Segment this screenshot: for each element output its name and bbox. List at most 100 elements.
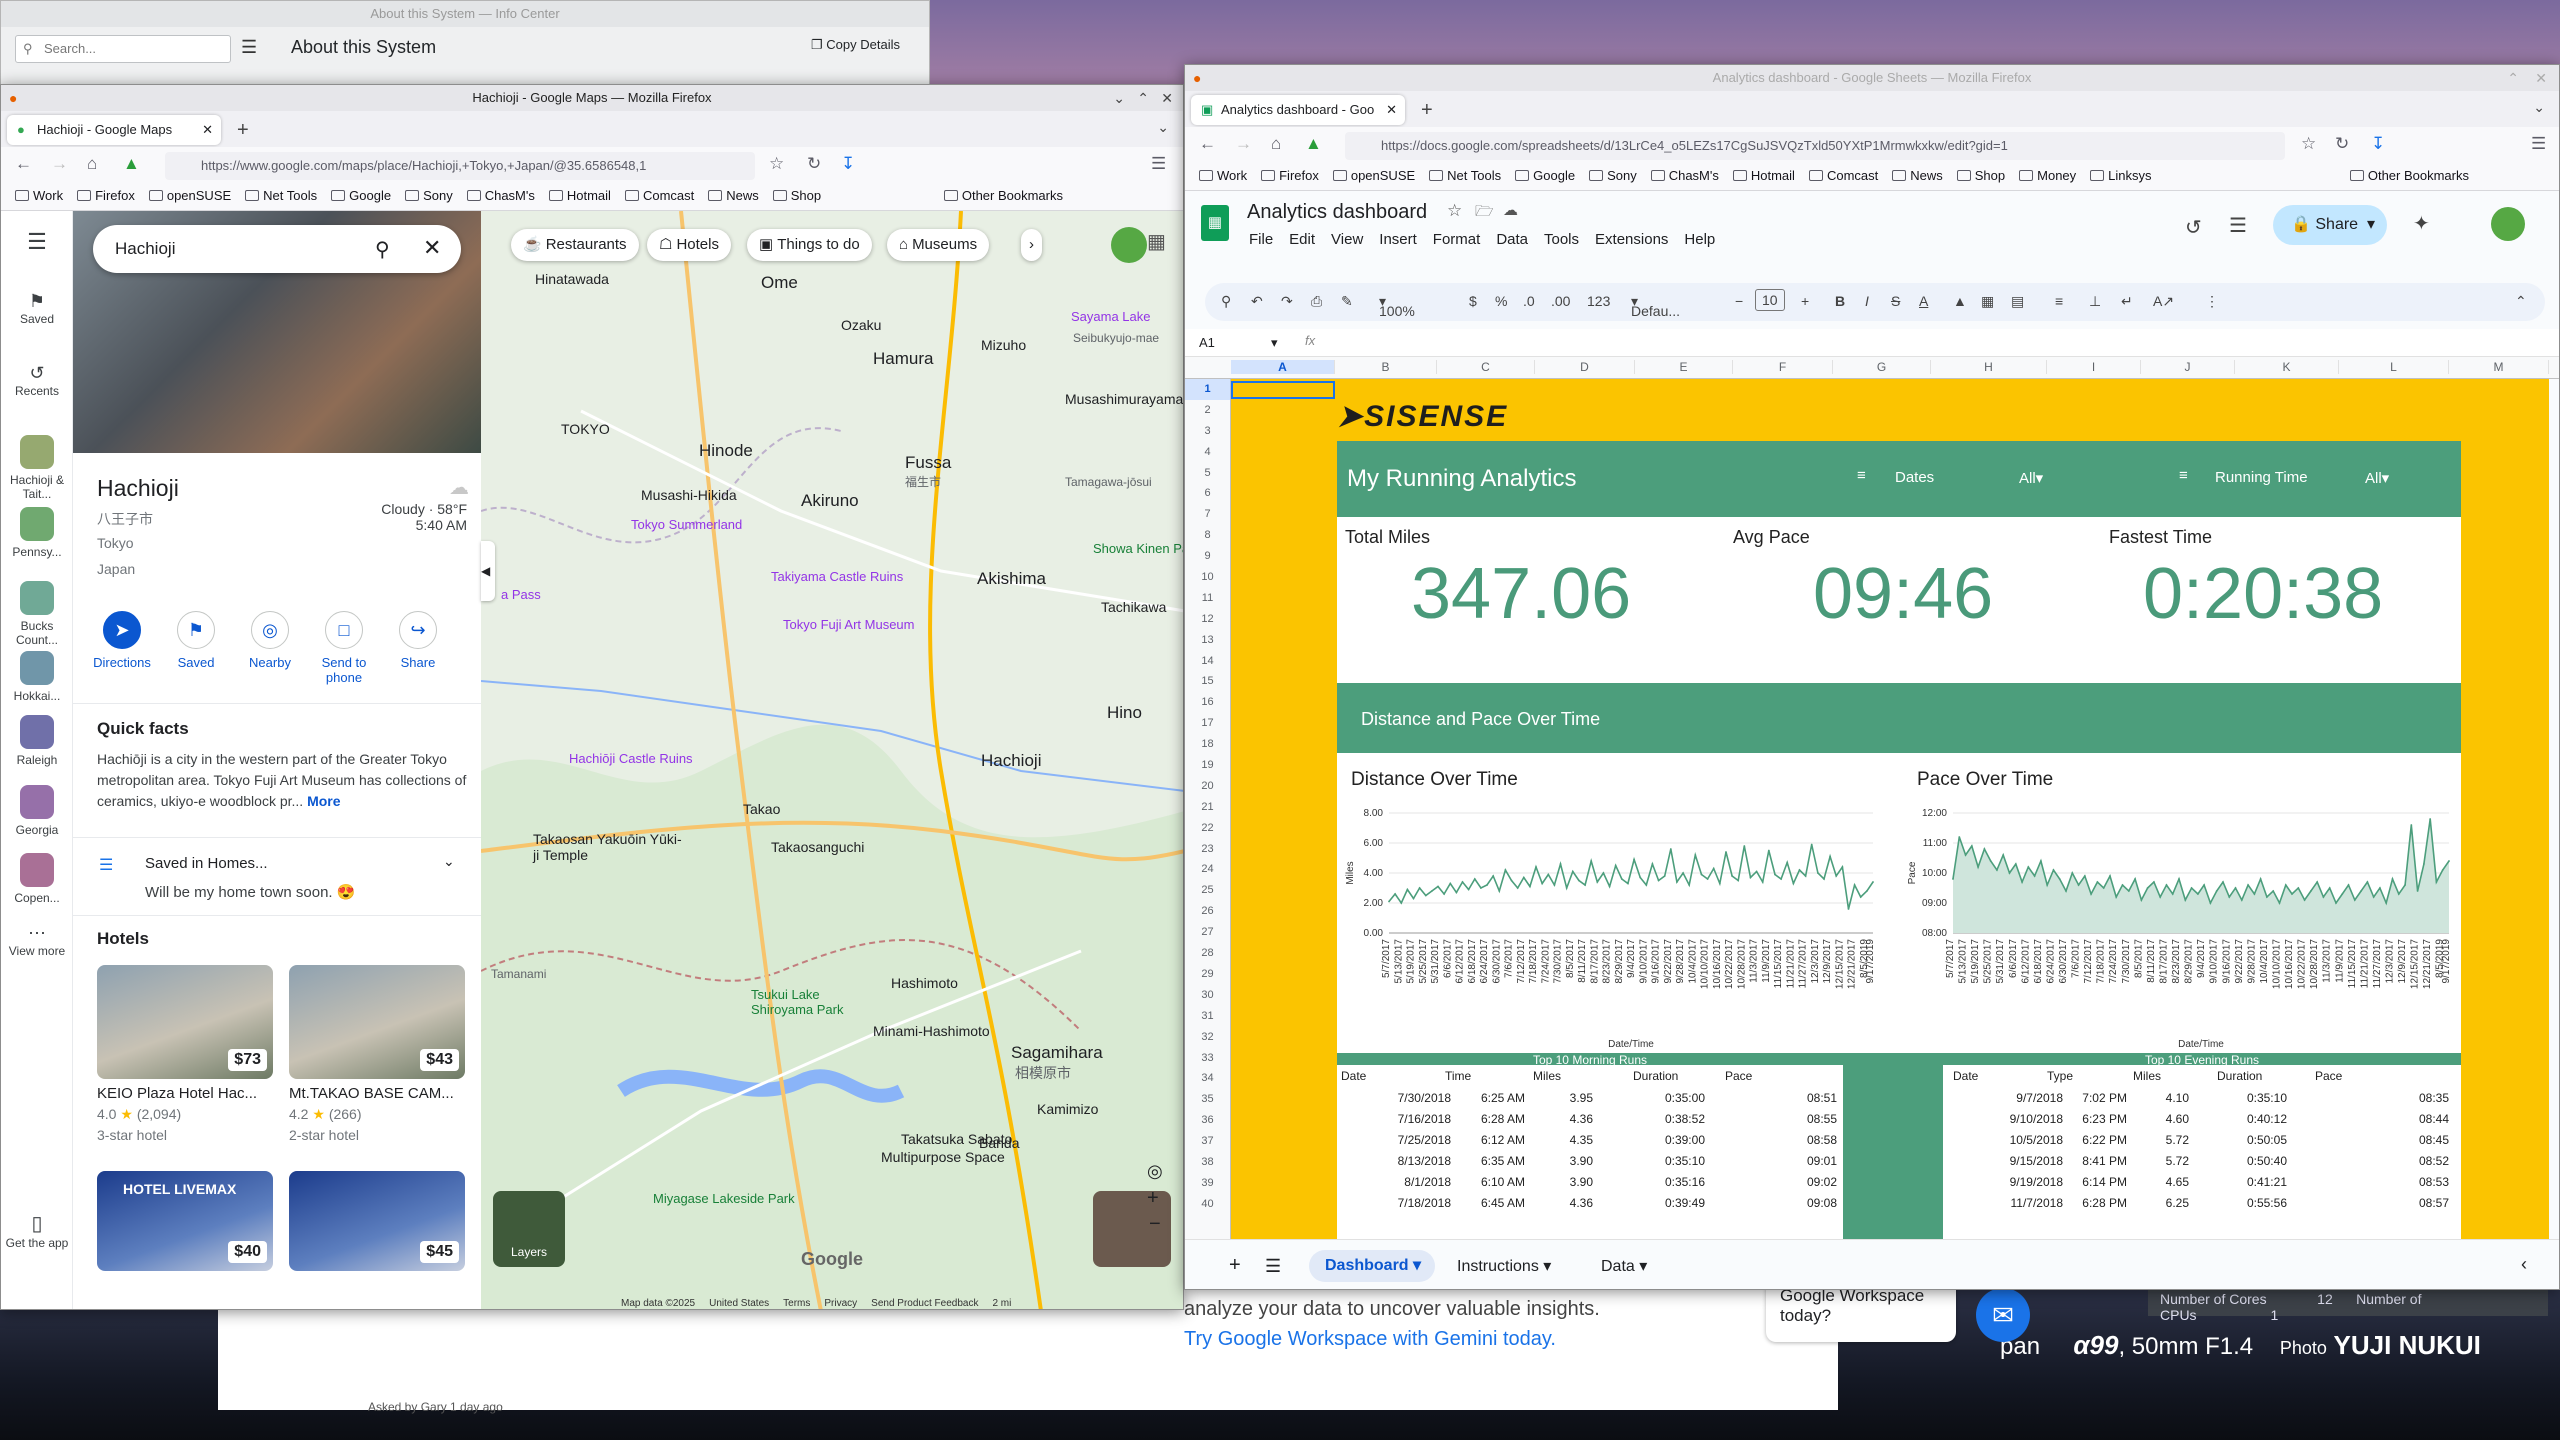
bookmark-item[interactable]: Shop [773,183,821,209]
data-point[interactable] [2278,902,2281,904]
data-point[interactable] [2165,884,2168,886]
bookmark-item[interactable]: Sony [405,183,453,209]
data-point[interactable] [1761,881,1764,883]
chevron-up-icon[interactable]: ⌃ [2515,293,2527,310]
data-point[interactable] [2322,896,2325,898]
merge-icon[interactable]: ▤ [2011,293,2024,310]
data-point[interactable] [1614,864,1617,867]
data-point[interactable] [2379,887,2381,889]
data-point[interactable] [1755,870,1758,873]
row-header[interactable]: 12 [1185,609,1230,630]
menu-data[interactable]: Data [1496,231,1528,248]
gemini-icon[interactable]: ✦ [2413,211,2430,236]
data-point[interactable] [1522,876,1525,879]
increase-decimal-icon[interactable]: .00 [1551,293,1570,309]
data-point[interactable] [1516,887,1519,889]
bookmark-item[interactable]: Sony [1589,163,1637,189]
data-point[interactable] [1996,869,1998,871]
zoom-out-button[interactable]: − [1149,1213,1161,1236]
share-button[interactable]: ↪ Share [381,611,455,670]
column-header[interactable]: A [1231,360,1335,374]
row-header[interactable]: 32 [1185,1027,1230,1048]
column-header[interactable]: G [1833,360,1931,374]
data-point[interactable] [1977,866,1980,868]
data-point[interactable] [2071,872,2074,874]
avatar[interactable] [1111,227,1147,263]
dates-filter-select[interactable]: All▾ [2019,469,2043,487]
row-header[interactable]: 28 [1185,943,1230,964]
data-point[interactable] [1859,896,1862,898]
search-icon[interactable]: ⚲ [1221,293,1231,310]
data-point[interactable] [1688,884,1691,886]
data-point[interactable] [2297,887,2300,889]
data-point[interactable] [1498,890,1501,892]
data-point[interactable] [1486,884,1488,886]
menu-help[interactable]: Help [1684,231,1715,248]
tab-close-icon[interactable]: ✕ [1386,95,1397,125]
currency-icon[interactable]: $ [1469,293,1477,309]
data-point[interactable] [1657,879,1660,882]
sheets-logo-icon[interactable]: ▦ [1201,205,1229,241]
data-point[interactable] [2404,884,2406,886]
data-point[interactable] [2228,896,2231,898]
font-size-increase[interactable]: + [1801,293,1809,309]
print-icon[interactable]: ⎙ [1311,293,1322,310]
more-link[interactable]: More [307,793,340,809]
data-point[interactable] [1810,843,1813,846]
data-point[interactable] [2190,887,2193,889]
row-header[interactable]: 31 [1185,1006,1230,1027]
get-app-button[interactable]: ▯ Get the app [1,1211,73,1250]
data-point[interactable] [1388,900,1390,903]
data-point[interactable] [2422,863,2425,865]
data-point[interactable] [2065,890,2067,892]
menu-icon[interactable]: ☰ [2531,134,2546,154]
data-point[interactable] [2077,884,2080,886]
download-icon[interactable]: ↧ [2371,134,2385,154]
bold-icon[interactable]: B [1835,293,1845,309]
data-point[interactable] [1547,873,1550,876]
maximize-button[interactable]: ⌃ [1137,85,1149,111]
data-point[interactable] [2058,878,2061,880]
data-point[interactable] [1682,872,1684,874]
data-point[interactable] [2008,872,2011,874]
chevron-down-icon[interactable]: ▾ [1271,335,1278,351]
avatar[interactable] [2491,207,2525,241]
data-point[interactable] [2272,890,2275,892]
rail-item[interactable]: ⋯ View more [1,923,73,958]
add-sheet-button[interactable]: + [1229,1254,1241,1277]
data-point[interactable] [2052,869,2055,871]
row-header[interactable]: 22 [1185,818,1230,839]
data-point[interactable] [2222,881,2224,883]
data-point[interactable] [1406,888,1409,891]
more-icon[interactable]: ⋮ [2205,293,2219,310]
data-point[interactable] [2360,890,2363,892]
data-point[interactable] [1964,854,1967,856]
row-header[interactable]: 40 [1185,1194,1230,1215]
data-point[interactable] [1780,878,1783,880]
row-header[interactable]: 7 [1185,504,1230,525]
data-point[interactable] [1504,869,1507,871]
paint-format-icon[interactable]: ✎ [1341,293,1353,310]
data-point[interactable] [2341,893,2344,895]
tab-instructions[interactable]: Instructions ▾ [1457,1256,1551,1276]
data-point[interactable] [1749,876,1752,879]
tab-data[interactable]: Data ▾ [1601,1256,1647,1276]
bookmark-item[interactable]: Linksys [2090,163,2151,189]
data-point[interactable] [2366,881,2369,883]
data-point[interactable] [1865,890,1868,892]
row-header[interactable]: 36 [1185,1110,1230,1131]
row-header[interactable]: 2 [1185,400,1230,421]
data-point[interactable] [2215,890,2218,892]
rail-item[interactable]: ⚑ Saved [1,291,73,326]
redo-icon[interactable]: ↷ [1281,293,1293,310]
data-point[interactable] [2435,881,2438,883]
map-poi[interactable]: Hachiōji Castle Ruins [569,751,693,766]
bookmark-item[interactable]: Hotmail [1733,163,1795,189]
doc-title[interactable]: Analytics dashboard [1247,201,1427,224]
data-point[interactable] [2291,893,2293,895]
data-point[interactable] [2397,893,2400,895]
search-input[interactable]: Search... [15,35,231,63]
valign-icon[interactable]: ⊥ [2089,293,2101,310]
row-header[interactable]: 13 [1185,630,1230,651]
column-header[interactable]: B [1335,360,1437,374]
